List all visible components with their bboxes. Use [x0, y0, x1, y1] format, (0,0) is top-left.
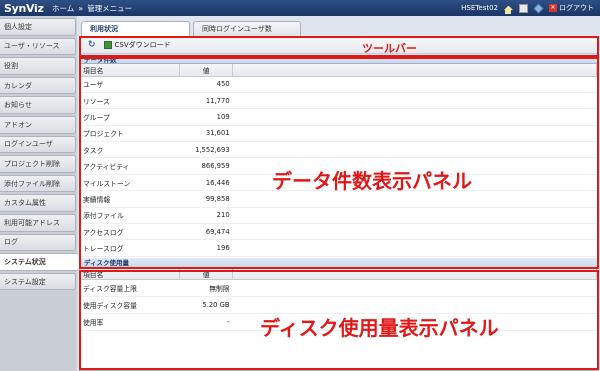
sidebar-item[interactable]: お知らせ: [0, 96, 76, 114]
app-logo[interactable]: SynViz: [0, 2, 52, 15]
sidebar-item[interactable]: 役割: [0, 57, 76, 75]
sidebar-item[interactable]: ユーザ・リソース: [0, 37, 76, 56]
sidebar-item[interactable]: 利用可能アドレス: [0, 213, 76, 232]
sidebar-item[interactable]: プロジェクト削除: [0, 155, 76, 173]
sidebar-item[interactable]: 個人設定: [0, 18, 76, 36]
help-icon[interactable]: [533, 2, 544, 14]
user-name: HSETest02: [461, 4, 498, 12]
toolbar-annotation-label: ツールバー: [362, 42, 417, 55]
tab-usage[interactable]: 利用状況: [81, 21, 190, 36]
sidebar: 個人設定 ユーザ・リソース 役割 カレンダ お知らせ アドオン ログインユーザ プロジェクト削…: [0, 16, 79, 371]
sidebar-item[interactable]: 添付ファイル削除: [0, 174, 76, 193]
tab-concurrent-users[interactable]: 同時ログインユーザ数: [193, 21, 301, 36]
sidebar-item[interactable]: アドオン: [0, 115, 76, 134]
app-header: SynViz ホーム » 管理メニュー HSETest02 ✕ ログアウト: [0, 0, 600, 16]
breadcrumb: ホーム » 管理メニュー: [52, 3, 132, 14]
data-panel-annotation-label: データ件数表示パネル: [272, 169, 472, 193]
home-icon[interactable]: [504, 6, 513, 14]
sidebar-item[interactable]: カスタム属性: [0, 194, 76, 212]
window-icon[interactable]: [519, 3, 528, 13]
breadcrumb-home[interactable]: ホーム: [52, 3, 74, 14]
header-right: HSETest02 ✕ ログアウト: [461, 2, 600, 14]
sidebar-item[interactable]: カレンダ: [0, 76, 76, 95]
breadcrumb-separator: »: [78, 3, 84, 13]
logout-label: ログアウト: [559, 4, 594, 12]
breadcrumb-current: 管理メニュー: [87, 3, 133, 13]
toolbar-annotation-frame: [79, 36, 599, 57]
logout-button[interactable]: ✕ ログアウト: [549, 3, 594, 13]
data-panel-annotation-frame: [79, 57, 599, 269]
sidebar-item[interactable]: ログインユーザ: [0, 135, 76, 154]
sidebar-item[interactable]: システム設定: [0, 272, 76, 291]
sidebar-item[interactable]: システム状況: [0, 253, 79, 271]
sidebar-item[interactable]: ログ: [0, 233, 76, 252]
disk-panel-annotation-label: ディスク使用量表示パネル: [260, 316, 499, 340]
logout-icon: ✕: [549, 4, 557, 12]
tab-bar: 利用状況 同時ログインユーザ数: [77, 16, 600, 36]
